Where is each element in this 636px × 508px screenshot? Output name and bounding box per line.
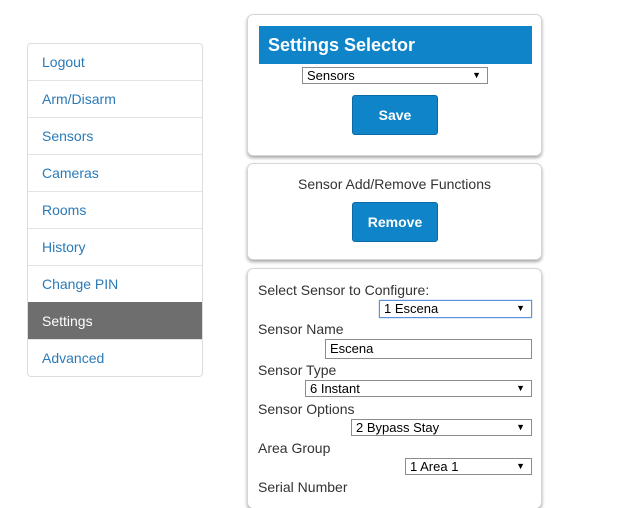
sensor-options-label: Sensor Options — [258, 401, 355, 417]
sidebar-item-history[interactable]: History — [28, 228, 202, 265]
sensor-select-value: 1 Escena — [384, 301, 439, 316]
chevron-down-icon: ▼ — [516, 303, 525, 313]
sensor-type-value: 6 Instant — [310, 381, 360, 396]
sensor-options-select[interactable]: 2 Bypass Stay ▼ — [351, 419, 532, 436]
chevron-down-icon: ▼ — [516, 461, 525, 471]
sidebar-item-change-pin[interactable]: Change PIN — [28, 265, 202, 302]
sensor-name-label: Sensor Name — [258, 321, 344, 337]
area-group-value: 1 Area 1 — [410, 459, 459, 474]
settings-selector-panel: Settings Selector Sensors ▼ Save — [247, 14, 542, 156]
area-group-select[interactable]: 1 Area 1 ▼ — [405, 458, 532, 475]
sensor-type-label: Sensor Type — [258, 362, 337, 378]
sidebar-item-cameras[interactable]: Cameras — [28, 154, 202, 191]
sensor-type-select[interactable]: 6 Instant ▼ — [305, 380, 532, 397]
select-sensor-label: Select Sensor to Configure: — [258, 282, 430, 298]
sidebar-nav: Logout Arm/Disarm Sensors Cameras Rooms … — [27, 43, 203, 377]
settings-select-value: Sensors — [307, 68, 355, 83]
sensor-functions-panel: Sensor Add/Remove Functions Remove — [247, 163, 542, 260]
sensor-config-panel: Select Sensor to Configure: 1 Escena ▼ S… — [247, 268, 542, 508]
remove-button[interactable]: Remove — [352, 202, 438, 242]
chevron-down-icon: ▼ — [516, 383, 525, 393]
chevron-down-icon: ▼ — [472, 70, 481, 80]
area-group-label: Area Group — [258, 440, 331, 456]
sensor-functions-title: Sensor Add/Remove Functions — [298, 176, 491, 192]
serial-number-label: Serial Number — [258, 479, 348, 495]
settings-select[interactable]: Sensors ▼ — [302, 67, 488, 84]
sidebar-item-settings[interactable]: Settings — [28, 302, 202, 339]
sensor-select[interactable]: 1 Escena ▼ — [379, 300, 532, 318]
sensor-options-value: 2 Bypass Stay — [356, 420, 440, 435]
save-button[interactable]: Save — [352, 95, 438, 135]
sidebar-item-rooms[interactable]: Rooms — [28, 191, 202, 228]
sidebar-item-sensors[interactable]: Sensors — [28, 117, 202, 154]
sidebar-item-advanced[interactable]: Advanced — [28, 339, 202, 376]
settings-selector-title: Settings Selector — [259, 26, 532, 64]
sensor-name-input[interactable]: Escena — [325, 339, 532, 359]
sidebar-item-arm-disarm[interactable]: Arm/Disarm — [28, 80, 202, 117]
chevron-down-icon: ▼ — [516, 422, 525, 432]
sidebar-item-logout[interactable]: Logout — [28, 44, 202, 80]
